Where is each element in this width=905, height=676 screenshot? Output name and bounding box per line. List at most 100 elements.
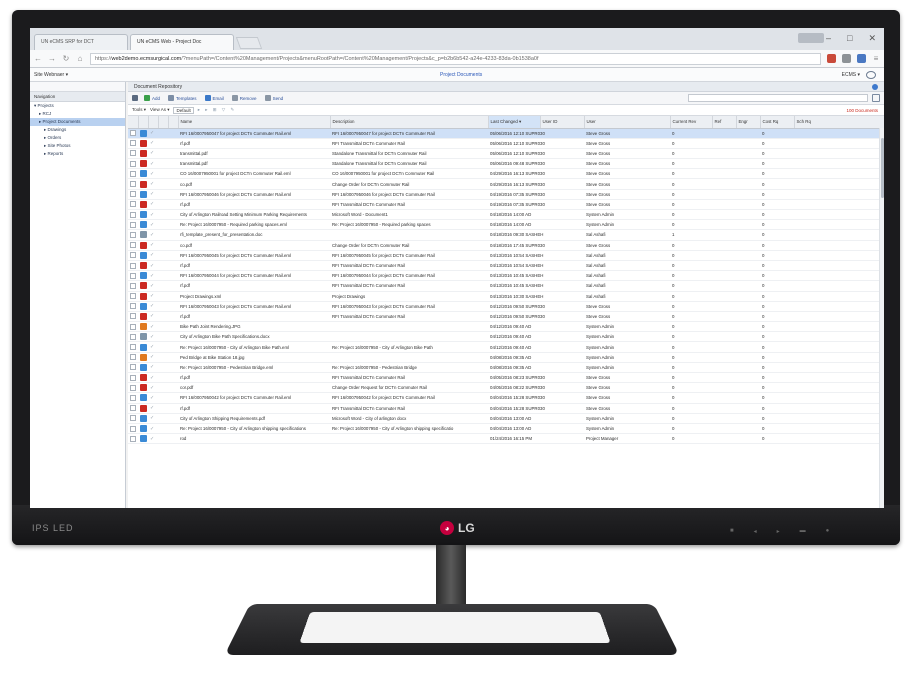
table-row[interactable]: ✓ rf.pdf RFI Transmittal DCTn Commuter Rai… (128, 260, 884, 272)
table-row[interactable]: ✓ rfi_template_present_for_presentation.d… (128, 229, 884, 241)
table-row[interactable]: ✓ City of Arlington Railroad Setting Mini… (128, 209, 884, 221)
sidebar-item[interactable]: ▾ Projects (30, 102, 125, 110)
table-row[interactable]: ✓ rf.pdf RFI Transmittal DCTn Commuter Rai… (128, 138, 884, 149)
row-checkbox-cell[interactable] (128, 341, 138, 353)
table-row[interactable]: ✓ Re: Project 16/0007950 - City of Arling… (128, 423, 884, 435)
view-tool-icons[interactable]: ▸ ▸ ⊞ ▽ ✎ (198, 107, 237, 113)
row-checkbox[interactable] (130, 272, 136, 279)
table-row[interactable]: ✓ co.pdf Change Order for DCTn Commuter Ra… (128, 178, 884, 190)
row-checkbox-cell[interactable] (128, 138, 138, 149)
document-name-link[interactable]: rf.pdf (178, 138, 330, 149)
row-checkbox[interactable] (130, 160, 136, 167)
row-checkbox[interactable] (130, 354, 136, 361)
document-name-link[interactable]: RFI 16/0007950046 for project DCTn Commu… (178, 189, 330, 200)
document-name-link[interactable]: cor.pdf (178, 382, 330, 394)
document-name-link[interactable]: RFI 16/0007950042 for project DCTn Commu… (178, 392, 330, 404)
email-button[interactable]: Email (203, 94, 226, 102)
row-checkbox-cell[interactable] (128, 331, 138, 343)
row-checkbox-cell[interactable] (128, 158, 138, 170)
sidebar-item[interactable]: ▸ Orders (30, 134, 125, 142)
table-row[interactable]: ✓ rf.pdf RFI Transmittal DCTn Commuter Rai… (128, 280, 884, 292)
row-checkbox[interactable] (130, 405, 136, 412)
remove-button[interactable]: Remove (230, 94, 259, 102)
document-name-link[interactable]: RFI 16/0007950045 for project DCTn Commu… (178, 250, 330, 261)
site-selector[interactable]: Site Webnaer ▾ (34, 72, 68, 78)
grid-icon[interactable] (132, 95, 138, 101)
close-icon[interactable]: ✕ (868, 33, 876, 44)
extension-icon[interactable] (857, 54, 866, 63)
table-row[interactable]: ✓ RFI 16/0007950044 for project DCTn Comm… (128, 270, 884, 282)
help-icon[interactable] (872, 84, 878, 90)
type-column[interactable] (138, 116, 149, 129)
table-scrollbar[interactable] (879, 128, 884, 508)
row-checkbox[interactable] (130, 231, 136, 238)
table-row[interactable]: ✓ CO 16/0007950001 for project DCTn Commu… (128, 168, 884, 180)
table-row[interactable]: ✓ City of Arlington Shipping Requirements… (128, 413, 884, 424)
row-checkbox-cell[interactable] (128, 240, 138, 251)
document-name-link[interactable]: rf.pdf (178, 311, 330, 323)
row-checkbox-cell[interactable] (128, 423, 138, 435)
sch-rq-column[interactable]: Sch Rq (794, 116, 884, 129)
row-checkbox-cell[interactable] (128, 168, 138, 180)
table-row[interactable]: ✓ Bike Path Joint Rendering.JPG 04/12/2016… (128, 321, 884, 333)
row-checkbox-cell[interactable] (128, 392, 138, 404)
search-icon[interactable] (866, 71, 876, 79)
table-row[interactable]: ✓ cor.pdf Change Order Request for DCTn Co… (128, 382, 884, 394)
address-bar[interactable]: https://web2demo.ecmsurgical.com/?menuPa… (90, 52, 821, 65)
sidebar-item[interactable]: ▸ Project Documents (30, 118, 125, 126)
row-checkbox[interactable] (130, 374, 136, 381)
sidebar-item[interactable]: ▸ Site Photos (30, 142, 125, 150)
document-name-link[interactable]: co.pdf (178, 240, 330, 251)
row-checkbox-cell[interactable] (128, 372, 138, 384)
view-as-menu[interactable]: View As ▾ (150, 107, 169, 113)
document-name-link[interactable]: Re: Project 16/0007950 - Required parkin… (178, 219, 330, 231)
table-row[interactable]: ✓ rod 01/24/2016 16:15 PM Project Manager 0 0 (128, 433, 884, 445)
row-checkbox[interactable] (130, 323, 136, 330)
table-row[interactable]: ✓ RFI 16/0007950046 for project DCTn Comm… (128, 189, 884, 200)
row-checkbox[interactable] (130, 252, 136, 259)
select-all-column[interactable] (128, 116, 139, 129)
table-row[interactable]: ✓ transmittal.pdf Standalone Transmittal f… (128, 148, 884, 160)
document-name-link[interactable]: RFI 16/0007950043 for project DCTn Commu… (178, 301, 330, 312)
table-row[interactable]: ✓ Re: Project 16/0007950 - Required parki… (128, 219, 884, 231)
browser-profile-chip[interactable] (798, 33, 824, 43)
row-checkbox[interactable] (130, 435, 136, 442)
cost-rq-column[interactable]: Cost Rq (760, 116, 795, 129)
maximize-icon[interactable]: □ (847, 33, 852, 44)
view-select[interactable]: Default (173, 106, 194, 114)
search-icon[interactable] (872, 94, 880, 102)
row-checkbox-cell[interactable] (128, 128, 138, 139)
sidebar-item[interactable]: ▸ RCJ (30, 110, 125, 118)
row-checkbox-cell[interactable] (128, 229, 138, 241)
current-rev-column[interactable]: Current Rev (670, 116, 713, 129)
row-checkbox-cell[interactable] (128, 403, 138, 414)
minimize-icon[interactable]: – (826, 33, 831, 44)
document-name-link[interactable]: RFI 16/0007950044 for project DCTn Commu… (178, 270, 330, 282)
new-tab-button[interactable] (235, 37, 263, 49)
row-checkbox[interactable] (130, 425, 136, 432)
row-checkbox-cell[interactable] (128, 189, 138, 200)
table-row[interactable]: ✓ Re: Project 16/0007950 - City of Arling… (128, 341, 884, 353)
row-checkbox[interactable] (130, 344, 136, 351)
last-changed-column[interactable]: Last Changed ▾ (488, 116, 541, 129)
table-row[interactable]: ✓ RFI 16/0007950043 for project DCTn Comm… (128, 301, 884, 312)
row-checkbox[interactable] (130, 262, 136, 269)
table-row[interactable]: ✓ City of Arlington Bike Path Specificati… (128, 331, 884, 343)
table-row[interactable]: ✓ rf.pdf RFI Transmittal DCTn Commuter Rai… (128, 199, 884, 211)
row-checkbox[interactable] (130, 293, 136, 300)
sidebar-item[interactable]: ▸ Reports (30, 150, 125, 158)
table-row[interactable]: ✓ rf.pdf RFI Transmittal DCTn Commuter Rai… (128, 372, 884, 384)
row-checkbox-cell[interactable] (128, 280, 138, 292)
document-name-link[interactable]: rod (178, 433, 330, 445)
table-row[interactable]: ✓ rf.pdf RFI Transmittal DCTn Commuter Rai… (128, 403, 884, 414)
user-column[interactable]: User (584, 116, 671, 129)
menu-icon[interactable]: ≡ (872, 54, 880, 63)
table-row[interactable]: ✓ Re: Project 16/0007950 - Pedestrian Bri… (128, 362, 884, 374)
row-checkbox[interactable] (130, 201, 136, 208)
row-checkbox-cell[interactable] (128, 301, 138, 312)
edit-column[interactable] (158, 116, 169, 129)
row-checkbox[interactable] (130, 384, 136, 391)
row-checkbox-cell[interactable] (128, 148, 138, 160)
page-title-link[interactable]: Project Documents (440, 72, 482, 78)
table-row[interactable]: ✓ RFI 16/0007950045 for project DCTn Comm… (128, 250, 884, 261)
